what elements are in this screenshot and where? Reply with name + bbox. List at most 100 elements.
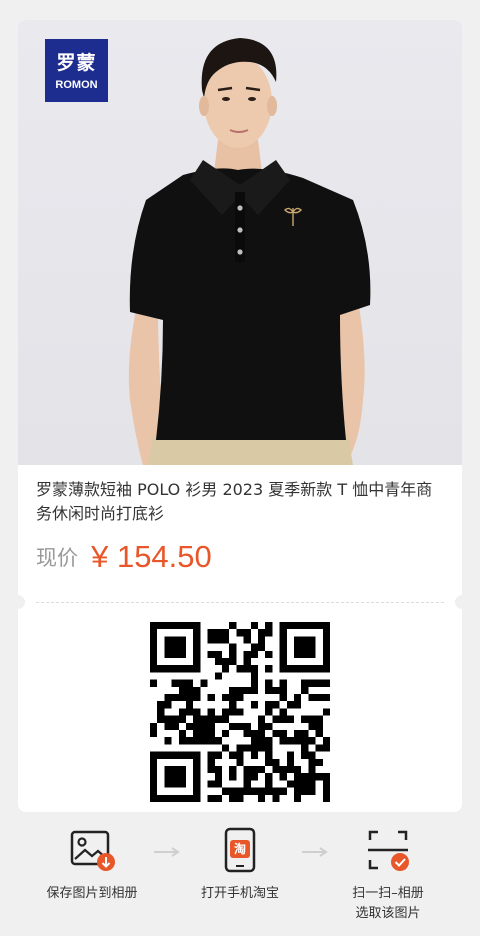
qr-module bbox=[265, 787, 273, 795]
qr-module bbox=[294, 665, 302, 673]
save-to-album-button[interactable]: 保存图片到相册 bbox=[22, 826, 162, 904]
qr-module bbox=[186, 694, 194, 702]
qr-module bbox=[207, 694, 215, 702]
qr-module bbox=[229, 650, 237, 658]
qr-module bbox=[193, 722, 201, 730]
qr-module bbox=[178, 780, 186, 788]
qr-module bbox=[171, 794, 179, 802]
qr-module bbox=[186, 751, 194, 759]
qr-module bbox=[315, 773, 323, 781]
qr-module bbox=[294, 701, 302, 709]
qr-module bbox=[294, 730, 302, 738]
qr-module bbox=[207, 722, 215, 730]
qr-module bbox=[193, 794, 201, 802]
qr-module bbox=[265, 701, 273, 709]
qr-module bbox=[243, 665, 251, 673]
qr-module bbox=[236, 686, 244, 694]
qr-module bbox=[186, 708, 194, 716]
qr-module bbox=[322, 708, 330, 716]
qr-module bbox=[301, 715, 309, 723]
qr-module bbox=[222, 658, 230, 666]
qr-module bbox=[286, 766, 294, 774]
qr-module bbox=[178, 686, 186, 694]
qr-module bbox=[236, 751, 244, 759]
qr-module bbox=[229, 794, 237, 802]
qr-module bbox=[294, 773, 302, 781]
qr-module bbox=[286, 701, 294, 709]
qr-module bbox=[301, 636, 309, 644]
qr-module bbox=[258, 787, 266, 795]
qr-module bbox=[286, 758, 294, 766]
qr-module bbox=[229, 787, 237, 795]
qr-module bbox=[178, 694, 186, 702]
qr-module bbox=[301, 643, 309, 651]
qr-module bbox=[308, 737, 316, 745]
qr-module bbox=[207, 730, 215, 738]
qr-module bbox=[286, 751, 294, 759]
qr-module bbox=[250, 787, 258, 795]
qr-module bbox=[186, 737, 194, 745]
qr-module bbox=[308, 650, 316, 658]
qr-module bbox=[294, 737, 302, 745]
qr-module bbox=[178, 751, 186, 759]
qr-module bbox=[214, 751, 222, 759]
qr-module bbox=[279, 622, 287, 630]
qr-module bbox=[178, 730, 186, 738]
qr-module bbox=[265, 686, 273, 694]
brand-name-cn: 罗蒙 bbox=[56, 52, 97, 74]
scan-from-album-button[interactable]: 扫一扫–相册 选取该图片 bbox=[318, 826, 458, 924]
qr-module bbox=[222, 665, 230, 673]
qr-module bbox=[157, 665, 165, 673]
qr-module bbox=[308, 722, 316, 730]
product-image: 罗蒙 ROMON bbox=[18, 20, 462, 465]
brand-name-en: ROMON bbox=[55, 79, 98, 91]
qr-module bbox=[265, 650, 273, 658]
qr-module bbox=[243, 780, 251, 788]
qr-module bbox=[294, 643, 302, 651]
qr-module bbox=[243, 636, 251, 644]
qr-module bbox=[164, 766, 172, 774]
qr-module bbox=[308, 780, 316, 788]
qr-module bbox=[229, 658, 237, 666]
qr-module bbox=[193, 665, 201, 673]
qr-module bbox=[322, 787, 330, 795]
qr-module bbox=[171, 715, 179, 723]
qr-module bbox=[150, 636, 158, 644]
qr-module bbox=[265, 744, 273, 752]
qr-module bbox=[178, 708, 186, 716]
qr-code[interactable] bbox=[150, 622, 330, 802]
qr-module bbox=[178, 737, 186, 745]
qr-module bbox=[150, 679, 158, 687]
qr-module bbox=[265, 751, 273, 759]
save-image-icon bbox=[68, 826, 116, 874]
qr-module bbox=[236, 794, 244, 802]
open-taobao-button[interactable]: 淘 打开手机淘宝 bbox=[170, 826, 310, 904]
qr-module bbox=[279, 658, 287, 666]
qr-module bbox=[250, 744, 258, 752]
qr-module bbox=[243, 744, 251, 752]
qr-module bbox=[207, 737, 215, 745]
qr-module bbox=[294, 794, 302, 802]
qr-module bbox=[193, 758, 201, 766]
qr-module bbox=[301, 737, 309, 745]
qr-module bbox=[286, 780, 294, 788]
qr-module bbox=[193, 686, 201, 694]
qr-module bbox=[250, 665, 258, 673]
qr-module bbox=[243, 658, 251, 666]
qr-module bbox=[178, 794, 186, 802]
qr-module bbox=[265, 708, 273, 716]
qr-module bbox=[258, 722, 266, 730]
qr-module bbox=[322, 643, 330, 651]
qr-module bbox=[222, 730, 230, 738]
qr-module bbox=[286, 715, 294, 723]
qr-module bbox=[308, 766, 316, 774]
taobao-phone-icon: 淘 bbox=[216, 826, 264, 874]
taobao-badge: 淘 bbox=[233, 842, 246, 856]
qr-module bbox=[171, 636, 179, 644]
qr-module bbox=[294, 622, 302, 630]
qr-module bbox=[265, 773, 273, 781]
qr-module bbox=[178, 622, 186, 630]
qr-module bbox=[250, 650, 258, 658]
qr-module bbox=[157, 794, 165, 802]
qr-module bbox=[229, 722, 237, 730]
